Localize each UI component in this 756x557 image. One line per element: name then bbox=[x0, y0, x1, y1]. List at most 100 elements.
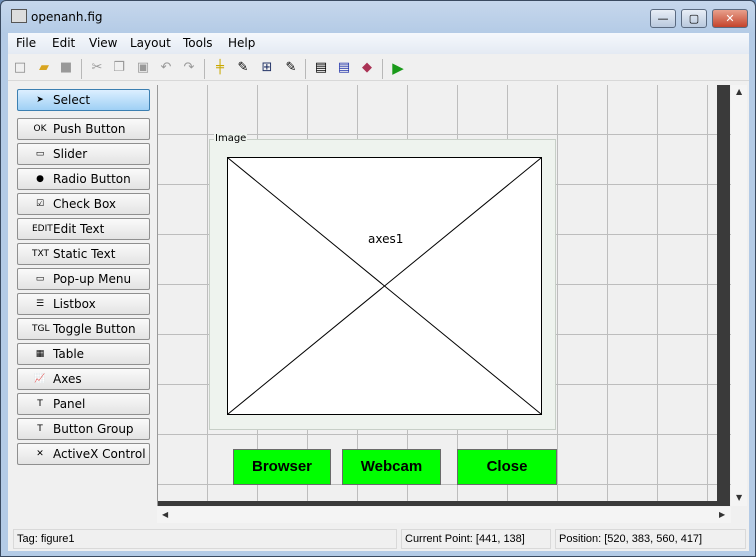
menu-file[interactable]: File bbox=[16, 36, 36, 50]
toolbar: □ ▰ ■ ✂ ❐ ▣ ↶ ↷ ╪ ✎ ⊞ ✎ ▤ ▤ ◆ ▶ bbox=[8, 55, 749, 81]
palette-select[interactable]: ➤ Select bbox=[17, 89, 150, 111]
browser-button[interactable]: Browser bbox=[233, 449, 331, 485]
undo-icon[interactable]: ↶ bbox=[157, 59, 175, 77]
palette-label: Panel bbox=[53, 397, 86, 411]
menu-tools[interactable]: Tools bbox=[183, 36, 213, 50]
axes-placeholder-cross bbox=[228, 158, 541, 414]
menu-view[interactable]: View bbox=[89, 36, 117, 50]
component-icon: ☑ bbox=[35, 199, 45, 209]
status-position: Position: [520, 383, 560, 417] bbox=[555, 529, 746, 549]
palette-label: Table bbox=[53, 347, 85, 361]
object-browser-icon[interactable]: ◆ bbox=[358, 59, 376, 77]
palette-slider[interactable]: ▭ Slider bbox=[17, 143, 150, 165]
axes1[interactable]: axes1 bbox=[227, 157, 542, 415]
align-icon[interactable]: ╪ bbox=[211, 59, 229, 77]
save-icon[interactable]: ■ bbox=[57, 59, 75, 77]
run-icon[interactable]: ▶ bbox=[389, 59, 407, 77]
property-inspector-icon[interactable]: ▤ bbox=[335, 59, 353, 77]
menu-layout[interactable]: Layout bbox=[130, 36, 171, 50]
component-icon: 📈 bbox=[34, 374, 46, 384]
palette-axes[interactable]: 📈 Axes bbox=[17, 368, 150, 390]
palette-activex-control[interactable]: ✕ ActiveX Control bbox=[17, 443, 150, 465]
palette-check-box[interactable]: ☑ Check Box bbox=[17, 193, 150, 215]
vertical-scrollbar[interactable]: ▲ ▼ bbox=[731, 85, 747, 506]
component-icon: TXT bbox=[32, 249, 50, 259]
menu-editor-icon[interactable]: ✎ bbox=[234, 59, 252, 77]
scroll-down-icon[interactable]: ▼ bbox=[736, 493, 742, 502]
title-bar: openanh.fig — ▢ ✕ bbox=[1, 1, 755, 33]
component-icon: ▭ bbox=[35, 274, 45, 284]
layout-canvas[interactable]: Image axes1 Browser Webcam Close bbox=[157, 85, 731, 506]
scroll-right-icon[interactable]: ▶ bbox=[719, 510, 725, 519]
menu-help[interactable]: Help bbox=[228, 36, 255, 50]
tab-order-icon[interactable]: ⊞ bbox=[258, 59, 276, 77]
guide-window: openanh.fig — ▢ ✕ File Edit View Layout … bbox=[0, 0, 756, 557]
axes-label: axes1 bbox=[368, 232, 404, 246]
component-icon: ● bbox=[36, 174, 44, 184]
scroll-up-icon[interactable]: ▲ bbox=[736, 87, 742, 96]
status-current-point: Current Point: [441, 138] bbox=[401, 529, 551, 549]
palette-push-button[interactable]: OK Push Button bbox=[17, 118, 150, 140]
component-icon: TGL bbox=[32, 324, 50, 334]
palette-label: Select bbox=[53, 93, 91, 107]
editor-icon[interactable]: ▤ bbox=[312, 59, 330, 77]
palette-label: ActiveX Control bbox=[53, 447, 146, 461]
cut-icon[interactable]: ✂ bbox=[88, 59, 106, 77]
menu-bar: File Edit View Layout Tools Help bbox=[8, 33, 749, 54]
component-icon: T bbox=[37, 399, 43, 409]
palette-pop-up-menu[interactable]: ▭ Pop-up Menu bbox=[17, 268, 150, 290]
palette-label: Slider bbox=[53, 147, 88, 161]
scroll-left-icon[interactable]: ◀ bbox=[162, 510, 168, 519]
close-gui-button[interactable]: Close bbox=[457, 449, 557, 485]
palette-edit-text[interactable]: EDIT Edit Text bbox=[17, 218, 150, 240]
component-icon: ✕ bbox=[36, 449, 44, 459]
copy-icon[interactable]: ❐ bbox=[110, 59, 128, 77]
component-icon: EDIT bbox=[32, 224, 53, 234]
canvas-resize-border[interactable] bbox=[158, 501, 730, 506]
palette-label: Check Box bbox=[53, 197, 117, 211]
open-icon[interactable]: ▰ bbox=[35, 59, 53, 77]
new-icon[interactable]: □ bbox=[11, 59, 29, 77]
palette-label: Toggle Button bbox=[53, 322, 136, 336]
component-icon: ☰ bbox=[35, 299, 45, 309]
palette-label: Edit Text bbox=[53, 222, 105, 236]
separator bbox=[204, 59, 205, 79]
figure-icon bbox=[11, 9, 27, 23]
palette-label: Pop-up Menu bbox=[53, 272, 132, 286]
component-icon: ▦ bbox=[35, 349, 45, 359]
window-title: openanh.fig bbox=[31, 10, 103, 24]
palette-toggle-button[interactable]: TGL Toggle Button bbox=[17, 318, 150, 340]
panel-title: Image bbox=[214, 133, 248, 144]
close-button[interactable]: ✕ bbox=[712, 9, 748, 28]
palette-listbox[interactable]: ☰ Listbox bbox=[17, 293, 150, 315]
palette-label: Button Group bbox=[53, 422, 134, 436]
palette-label: Axes bbox=[53, 372, 82, 386]
palette-label: Listbox bbox=[53, 297, 96, 311]
separator bbox=[81, 59, 82, 79]
pointer-icon: ➤ bbox=[36, 95, 44, 105]
palette-panel[interactable]: T Panel bbox=[17, 393, 150, 415]
canvas-resize-border[interactable] bbox=[717, 85, 730, 506]
menu-edit[interactable]: Edit bbox=[52, 36, 75, 50]
separator bbox=[305, 59, 306, 79]
palette-label: Static Text bbox=[53, 247, 116, 261]
palette-table[interactable]: ▦ Table bbox=[17, 343, 150, 365]
palette-label: Radio Button bbox=[53, 172, 131, 186]
redo-icon[interactable]: ↷ bbox=[180, 59, 198, 77]
component-icon: OK bbox=[33, 124, 47, 134]
separator bbox=[382, 59, 383, 79]
toolbar-editor-icon[interactable]: ✎ bbox=[282, 59, 300, 77]
palette-button-group[interactable]: T Button Group bbox=[17, 418, 150, 440]
palette-radio-button[interactable]: ● Radio Button bbox=[17, 168, 150, 190]
status-tag: Tag: figure1 bbox=[13, 529, 397, 549]
horizontal-scrollbar[interactable]: ◀ ▶ bbox=[157, 507, 731, 523]
palette-label: Push Button bbox=[53, 122, 126, 136]
client-area: File Edit View Layout Tools Help □ ▰ ■ ✂… bbox=[8, 33, 749, 551]
paste-icon[interactable]: ▣ bbox=[134, 59, 152, 77]
image-panel[interactable]: Image axes1 bbox=[209, 133, 556, 430]
palette-static-text[interactable]: TXT Static Text bbox=[17, 243, 150, 265]
webcam-button[interactable]: Webcam bbox=[342, 449, 441, 485]
maximize-button[interactable]: ▢ bbox=[681, 9, 707, 28]
component-icon: T bbox=[37, 424, 43, 434]
minimize-button[interactable]: — bbox=[650, 9, 676, 28]
